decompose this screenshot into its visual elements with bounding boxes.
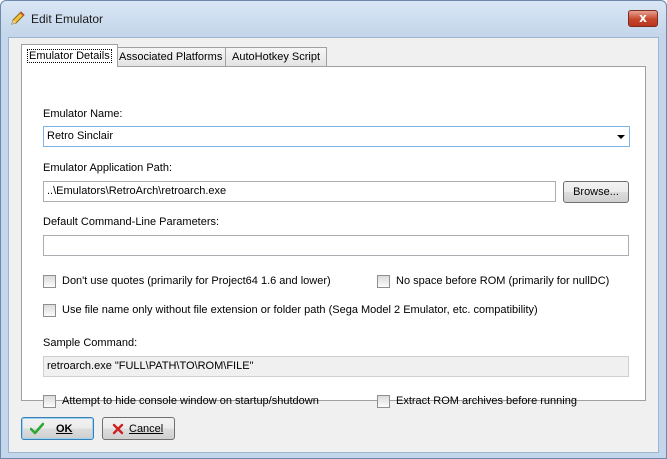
window-title: Edit Emulator bbox=[31, 12, 104, 26]
filename-only-checkbox[interactable] bbox=[43, 304, 56, 317]
ok-button[interactable]: OK bbox=[21, 417, 94, 440]
hide-console-checkbox[interactable] bbox=[43, 395, 56, 408]
pencil-icon bbox=[10, 10, 26, 26]
extract-rom-label: Extract ROM archives before running bbox=[396, 395, 577, 407]
command-line-params-input[interactable] bbox=[43, 235, 629, 256]
ok-label: OK bbox=[56, 423, 73, 435]
checkmark-icon bbox=[29, 422, 45, 436]
cancel-button[interactable]: Cancel bbox=[102, 417, 175, 440]
red-x-icon bbox=[111, 422, 125, 436]
no-space-checkbox[interactable] bbox=[377, 275, 390, 288]
extract-rom-checkbox[interactable] bbox=[377, 395, 390, 408]
emulator-name-combo[interactable]: Retro Sinclair bbox=[43, 126, 630, 147]
tab-associated-platforms[interactable]: Associated Platforms bbox=[112, 47, 230, 66]
no-space-label: No space before ROM (primarily for nullD… bbox=[396, 275, 610, 287]
cancel-label: Cancel bbox=[129, 423, 164, 435]
command-line-params-label: Default Command-Line Parameters: bbox=[43, 216, 220, 228]
no-quotes-label: Don't use quotes (primarily for Project6… bbox=[62, 275, 331, 287]
emulator-path-label: Emulator Application Path: bbox=[43, 162, 173, 174]
filename-only-label: Use file name only without file extensio… bbox=[62, 304, 538, 316]
title-bar[interactable]: Edit Emulator x bbox=[1, 1, 666, 37]
dialog-client-area: Emulator Details Associated Platforms Au… bbox=[8, 37, 659, 453]
emulator-name-label: Emulator Name: bbox=[43, 108, 123, 120]
browse-button[interactable]: Browse... bbox=[563, 181, 629, 203]
hide-console-label: Attempt to hide console window on startu… bbox=[62, 395, 319, 407]
close-icon: x bbox=[639, 11, 647, 25]
no-quotes-checkbox[interactable] bbox=[43, 275, 56, 288]
tab-autohotkey-script[interactable]: AutoHotkey Script bbox=[225, 47, 328, 66]
chevron-down-icon[interactable] bbox=[617, 135, 625, 139]
close-button[interactable]: x bbox=[628, 10, 658, 27]
tab-emulator-details[interactable]: Emulator Details bbox=[21, 44, 118, 67]
sample-command-label: Sample Command: bbox=[43, 337, 138, 349]
emulator-details-panel: Emulator Name: Retro Sinclair Emulator A… bbox=[21, 66, 646, 408]
edit-emulator-window: Edit Emulator x Emulator Details Associa… bbox=[0, 0, 667, 459]
emulator-path-input[interactable]: ..\Emulators\RetroArch\retroarch.exe bbox=[43, 181, 556, 202]
emulator-name-value: Retro Sinclair bbox=[47, 130, 114, 142]
sample-command-field: retroarch.exe "FULL\PATH\TO\ROM\FILE" bbox=[43, 356, 629, 377]
